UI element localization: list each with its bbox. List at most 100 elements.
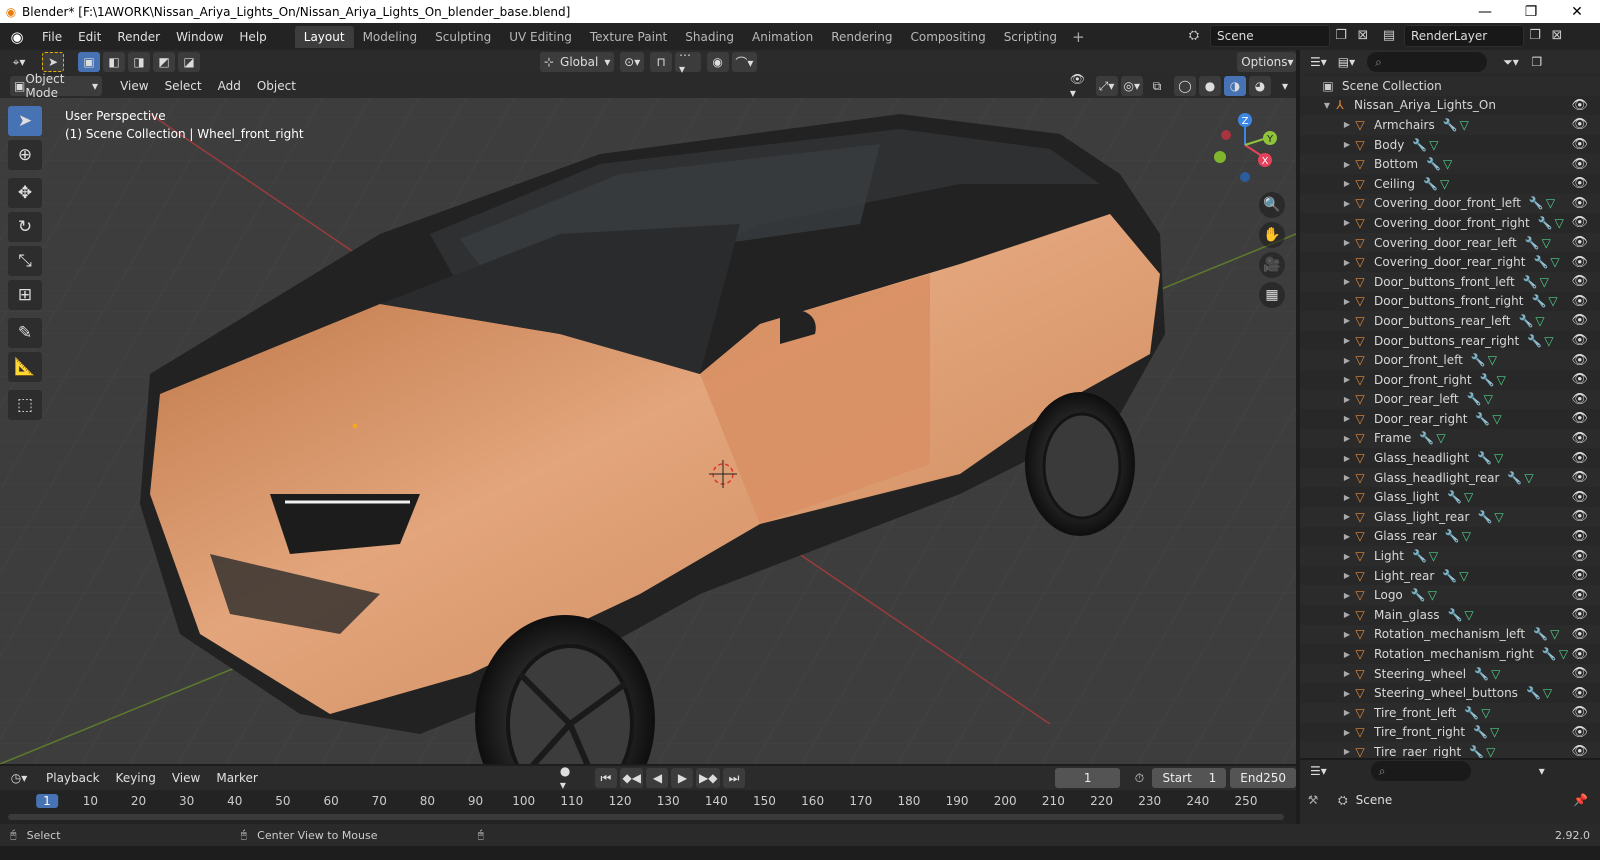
menu-edit[interactable]: Edit [70, 30, 109, 44]
mesh-data-icon[interactable]: ▽ [1543, 686, 1552, 700]
select-mode-intersect-icon[interactable]: ◪ [178, 52, 200, 72]
move-tool-icon[interactable]: ✥ [8, 178, 42, 208]
expand-arrow-icon[interactable]: ▶ [1342, 591, 1352, 600]
outliner-item[interactable]: ▶ ▽ Door_rear_right 🔧 ▽ 👁 [1300, 409, 1600, 429]
viewport-menu-add[interactable]: Add [210, 79, 249, 93]
cursor-tool-icon[interactable]: ⊕ [8, 140, 42, 170]
tab-sculpting[interactable]: Sculpting [426, 26, 500, 48]
annotate-tool-icon[interactable]: ✎ [8, 318, 42, 348]
scale-tool-icon[interactable]: ⤡ [8, 246, 42, 276]
timeline-area[interactable]: 10 20 30 40 50 60 70 80 90 100 110 120 130 140 150 160 1… [0, 790, 1296, 824]
modifier-wrench-icon[interactable]: 🔧 [1542, 647, 1557, 661]
outliner-item[interactable]: ▶ ▽ Glass_rear 🔧 ▽ 👁 [1300, 527, 1600, 547]
expand-arrow-icon[interactable]: ▶ [1342, 395, 1352, 404]
pivot-point-icon[interactable]: ⊙▾ [620, 52, 645, 72]
mesh-data-icon[interactable]: ▽ [1490, 725, 1499, 739]
outliner-item[interactable]: ▶ ▽ Door_buttons_front_right 🔧 ▽ 👁 [1300, 292, 1600, 312]
tab-shading[interactable]: Shading [676, 26, 743, 48]
modifier-wrench-icon[interactable]: 🔧 [1523, 275, 1538, 289]
mesh-data-icon[interactable]: ▽ [1555, 216, 1564, 230]
eye-icon[interactable]: 👁 [1571, 431, 1588, 446]
mesh-data-icon[interactable]: ▽ [1535, 314, 1544, 328]
pan-hand-icon[interactable]: ✋ [1259, 222, 1285, 248]
mesh-data-icon[interactable]: ▽ [1464, 608, 1473, 622]
outliner-item[interactable]: ▶ ▽ Tire_front_left 🔧 ▽ 👁 [1300, 703, 1600, 723]
modifier-wrench-icon[interactable]: 🔧 [1477, 451, 1492, 465]
shading-solid-icon[interactable]: ● [1199, 76, 1221, 96]
zoom-icon[interactable]: 🔍 [1259, 192, 1285, 218]
outliner-item[interactable]: ▶ ▽ Light 🔧 ▽ 👁 [1300, 546, 1600, 566]
select-box-tool-icon[interactable]: ➤ [42, 52, 64, 72]
editor-type-icon[interactable]: ⌖▾ [8, 52, 30, 72]
expand-arrow-icon[interactable]: ▶ [1342, 356, 1352, 365]
eye-icon[interactable]: 👁 [1571, 333, 1588, 348]
mesh-data-icon[interactable]: ▽ [1497, 373, 1506, 387]
mesh-data-icon[interactable]: ▽ [1542, 236, 1551, 250]
eye-icon[interactable]: 👁 [1571, 313, 1588, 328]
outliner-item[interactable]: ▶ ▽ Door_rear_left 🔧 ▽ 👁 [1300, 389, 1600, 410]
outliner-item[interactable]: ▶ ▽ Rotation_mechanism_left 🔧 ▽ 👁 [1300, 624, 1600, 645]
prev-keyframe-icon[interactable]: ◆◀ [619, 768, 644, 788]
select-mode-new-icon[interactable]: ▣ [78, 52, 100, 72]
modifier-wrench-icon[interactable]: 🔧 [1412, 549, 1427, 563]
outliner-item[interactable]: ▶ ▽ Glass_light_rear 🔧 ▽ 👁 [1300, 507, 1600, 527]
mesh-data-icon[interactable]: ▽ [1460, 118, 1469, 132]
new-view-layer-icon[interactable]: ❐ [1524, 26, 1546, 46]
3d-viewport[interactable] [0, 74, 1296, 764]
shading-material-icon[interactable]: ◑ [1224, 76, 1246, 96]
tab-scripting[interactable]: Scripting [995, 26, 1066, 48]
outliner-search-input[interactable]: ⌕ [1367, 52, 1488, 72]
mesh-data-icon[interactable]: ▽ [1488, 353, 1497, 367]
shading-rendered-icon[interactable]: ◕ [1249, 76, 1271, 96]
scene-browse-icon[interactable]: ⛭ [1183, 26, 1205, 46]
viewport-menu-view[interactable]: View [112, 79, 156, 93]
outliner-item[interactable]: ▶ ▽ Body 🔧 ▽ 👁 [1300, 135, 1600, 155]
eye-icon[interactable]: 👁 [1571, 215, 1588, 230]
expand-arrow-icon[interactable]: ▶ [1342, 179, 1352, 188]
timeline-editor-type-icon[interactable]: ◷▾ [8, 768, 30, 788]
transform-tool-icon[interactable]: ⊞ [8, 280, 42, 310]
expand-arrow-icon[interactable]: ▶ [1342, 434, 1352, 443]
measure-tool-icon[interactable]: 📐 [8, 352, 42, 382]
tab-texture-paint[interactable]: Texture Paint [581, 26, 676, 48]
outliner-editor-type-icon[interactable]: ☰▾ [1306, 52, 1331, 72]
expand-arrow-icon[interactable]: ▶ [1342, 414, 1352, 423]
visibility-icon[interactable]: 👁▾ [1066, 72, 1093, 100]
menu-file[interactable]: File [34, 30, 70, 44]
modifier-wrench-icon[interactable]: 🔧 [1464, 706, 1479, 720]
minimize-button[interactable]: — [1462, 4, 1508, 20]
outliner-item[interactable]: ▶ ▽ Glass_headlight_rear 🔧 ▽ 👁 [1300, 467, 1600, 488]
expand-arrow-icon[interactable]: ▶ [1342, 552, 1352, 561]
modifier-wrench-icon[interactable]: 🔧 [1423, 177, 1438, 191]
tab-layout[interactable]: Layout [294, 25, 354, 48]
mesh-data-icon[interactable]: ▽ [1428, 588, 1437, 602]
mesh-data-icon[interactable]: ▽ [1443, 157, 1452, 171]
auto-keying-icon[interactable]: ● ▾ [556, 764, 581, 792]
tab-rendering[interactable]: Rendering [822, 26, 901, 48]
modifier-wrench-icon[interactable]: 🔧 [1526, 686, 1541, 700]
tab-uv-editing[interactable]: UV Editing [500, 26, 581, 48]
overlay-toggle-icon[interactable]: ◎▾ [1120, 76, 1143, 96]
mesh-data-icon[interactable]: ▽ [1550, 627, 1559, 641]
outliner-item[interactable]: ▶ ▽ Glass_headlight 🔧 ▽ 👁 [1300, 448, 1600, 468]
close-button[interactable]: ✕ [1554, 4, 1600, 20]
delete-scene-icon[interactable]: ⊠ [1352, 26, 1374, 46]
properties-editor-type-icon[interactable]: ☰▾ [1306, 761, 1331, 781]
expand-arrow-icon[interactable]: ▶ [1342, 199, 1352, 208]
outliner-item[interactable]: ▶ ▽ Steering_wheel 🔧 ▽ 👁 [1300, 663, 1600, 684]
eye-icon[interactable]: 👁 [1571, 372, 1588, 387]
delete-view-layer-icon[interactable]: ⊠ [1546, 26, 1568, 46]
expand-arrow-icon[interactable]: ▶ [1342, 669, 1352, 678]
expand-arrow-icon[interactable]: ▶ [1342, 689, 1352, 698]
eye-icon[interactable]: 👁 [1571, 725, 1588, 740]
modifier-wrench-icon[interactable]: 🔧 [1467, 392, 1482, 406]
outliner-item[interactable]: ▶ ▽ Tire_front_right 🔧 ▽ 👁 [1300, 723, 1600, 743]
modifier-wrench-icon[interactable]: 🔧 [1426, 157, 1441, 171]
expand-arrow-icon[interactable]: ▶ [1342, 160, 1352, 169]
modifier-wrench-icon[interactable]: 🔧 [1445, 529, 1460, 543]
modifier-wrench-icon[interactable]: 🔧 [1419, 431, 1434, 445]
expand-arrow-icon[interactable]: ▶ [1342, 120, 1352, 129]
expand-arrow-icon[interactable]: ▶ [1342, 375, 1352, 384]
modifier-wrench-icon[interactable]: 🔧 [1471, 353, 1486, 367]
expand-arrow-icon[interactable]: ▶ [1342, 316, 1352, 325]
